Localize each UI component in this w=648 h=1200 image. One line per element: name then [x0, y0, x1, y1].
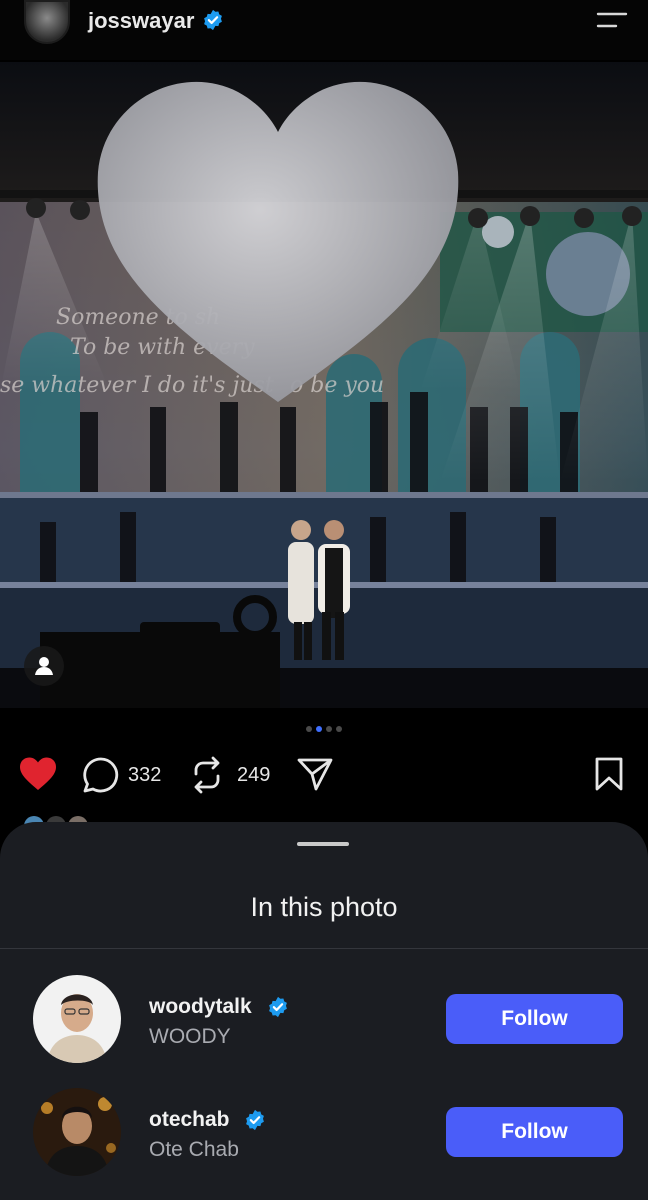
author-username[interactable]: josswayar [88, 8, 194, 34]
person-display-name: WOODY [149, 1025, 231, 1048]
person-icon [35, 657, 53, 675]
bookmark-icon[interactable] [594, 756, 624, 792]
follow-button[interactable]: Follow [446, 1107, 623, 1157]
person-username[interactable]: otechab [149, 1108, 230, 1132]
carousel-dot [306, 726, 312, 732]
carousel-dot [326, 726, 332, 732]
comment-icon[interactable] [82, 756, 120, 794]
sheet-title: In this photo [250, 892, 398, 922]
follow-button[interactable]: Follow [446, 994, 623, 1044]
repost-icon[interactable] [190, 756, 224, 794]
verified-badge-icon [246, 1109, 264, 1131]
in-this-photo-sheet: In this photo woodytalk WOODY Follow ote… [0, 822, 648, 1200]
person-username[interactable]: woodytalk [149, 995, 252, 1019]
person-avatar[interactable] [33, 975, 121, 1063]
post-photo[interactable]: Someone to sh To be with every se whatev… [0, 62, 648, 708]
person-avatar[interactable] [33, 1088, 121, 1176]
person-display-name: Ote Chab [149, 1138, 239, 1161]
tagged-person-row[interactable]: otechab Ote Chab Follow [0, 1088, 648, 1188]
otechab-avatar [33, 1088, 121, 1176]
carousel-dot [336, 726, 342, 732]
sheet-drag-handle[interactable] [297, 842, 349, 846]
post-header: josswayar [0, 0, 648, 60]
share-icon[interactable] [296, 756, 334, 792]
woodytalk-avatar [33, 975, 121, 1063]
repost-count: 249 [237, 764, 271, 786]
carousel-indicator [0, 726, 648, 738]
heart-icon[interactable] [18, 756, 58, 792]
concert-stage-image: Someone to sh To be with every se whatev… [0, 62, 648, 708]
verified-badge-icon [204, 9, 222, 31]
author-avatar[interactable] [24, 0, 70, 44]
screen: josswayar Someone to sh To be with every… [0, 0, 648, 1200]
carousel-dot-active [316, 726, 322, 732]
hamburger-menu-icon[interactable] [594, 8, 630, 32]
tagged-people-button[interactable] [24, 646, 64, 686]
comment-count: 332 [128, 764, 162, 786]
tagged-person-row[interactable]: woodytalk WOODY Follow [0, 975, 648, 1075]
sheet-divider [0, 948, 648, 949]
verified-badge-icon [269, 996, 287, 1018]
post-actions: 332 249 [0, 748, 648, 804]
svg-text:se whatever I do it's just: se whatever I do it's just [0, 373, 274, 398]
